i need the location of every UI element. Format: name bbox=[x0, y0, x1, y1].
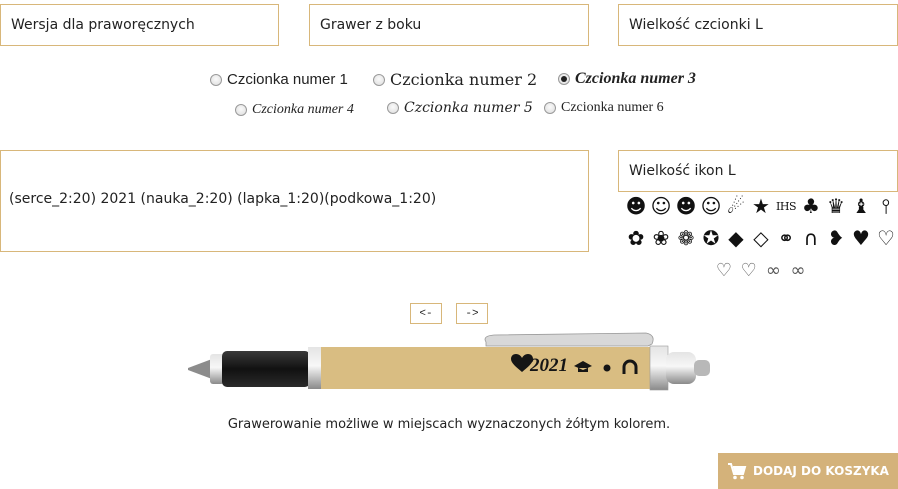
double-heart-small-icon[interactable]: ♡ bbox=[737, 262, 761, 280]
pen-tip bbox=[188, 359, 212, 379]
big-grin-outline-icon[interactable]: ☺ bbox=[699, 196, 723, 216]
big-grin-solid-icon[interactable]: ☻ bbox=[674, 196, 698, 216]
paw-icon[interactable]: ❁ bbox=[674, 228, 698, 248]
prev-view-button[interactable]: <- bbox=[410, 303, 442, 324]
engrave-side-value: Grawer z boku bbox=[320, 17, 422, 33]
graduation-cap-outline-icon[interactable]: ◇ bbox=[749, 228, 773, 248]
pen-paw-icon bbox=[603, 364, 611, 372]
font-option-3-label: Czcionka numer 3 bbox=[575, 70, 696, 87]
radio-6[interactable] bbox=[544, 102, 556, 114]
next-view-button[interactable]: -> bbox=[456, 303, 488, 324]
pen-ring bbox=[649, 345, 669, 391]
font-size-value: Wielkość czcionki L bbox=[629, 17, 763, 33]
four-leaf-clover-icon[interactable]: ♣ bbox=[799, 196, 823, 216]
radio-4[interactable] bbox=[235, 104, 247, 116]
double-heart-outline-icon[interactable]: ♡ bbox=[712, 262, 736, 280]
radio-2[interactable] bbox=[373, 73, 385, 86]
radio-1[interactable] bbox=[210, 73, 222, 86]
pen-engrave-year: 2021 bbox=[530, 355, 568, 376]
pen-clip bbox=[484, 332, 654, 347]
radio-3[interactable] bbox=[558, 73, 570, 85]
font-option-2[interactable]: Czcionka numer 2 bbox=[373, 70, 537, 89]
icon-size-select[interactable]: Wielkość ikon L bbox=[618, 150, 898, 192]
infinity-icon[interactable]: ∞ bbox=[786, 262, 810, 280]
font-option-1[interactable]: Czcionka numer 1 bbox=[210, 71, 348, 88]
add-to-cart-label: DODAJ DO KOSZYKA bbox=[753, 464, 889, 478]
icon-picker-row-3: ♡ ♡ ∞ ∞ bbox=[712, 262, 810, 280]
engrave-info-text: Grawerowanie możliwe w miejscach wyznacz… bbox=[227, 417, 671, 432]
smiley-solid-icon[interactable]: ☻ bbox=[624, 196, 648, 216]
font-option-4[interactable]: Czcionka numer 4 bbox=[235, 102, 354, 118]
pen-cone bbox=[210, 354, 224, 384]
font-option-3[interactable]: Czcionka numer 3 bbox=[558, 70, 696, 88]
handedness-select[interactable]: Wersja dla praworęcznych bbox=[0, 4, 279, 46]
font-option-5-label: Czcionka numer 5 bbox=[404, 100, 533, 116]
heart-solid-icon[interactable]: ♥ bbox=[849, 228, 873, 248]
pen-engrave-area bbox=[321, 347, 651, 389]
graduation-cap-icon[interactable]: ◆ bbox=[724, 228, 748, 248]
font-option-5[interactable]: Czcionka numer 5 bbox=[387, 100, 533, 116]
pen-cap bbox=[666, 352, 696, 384]
rose-icon[interactable]: ✿ bbox=[624, 228, 648, 248]
tie-icon[interactable]: ⫯ bbox=[874, 196, 898, 216]
icon-picker-row-2: ✿ ❀ ❁ ✪ ◆ ◇ ⚭ ∩ ❥ ♥ ♡ bbox=[624, 228, 898, 248]
cat-icon[interactable]: ♝ bbox=[849, 196, 873, 216]
engrave-text-input[interactable]: (serce_2:20) 2021 (nauka_2:20) (lapka_1:… bbox=[0, 150, 589, 252]
cart-icon bbox=[728, 463, 747, 480]
crown-icon[interactable]: ♛ bbox=[824, 196, 848, 216]
ihs-cross-icon[interactable]: IHS bbox=[774, 201, 798, 212]
add-to-cart-button[interactable]: DODAJ DO KOSZYKA bbox=[718, 453, 898, 489]
icon-size-value: Wielkość ikon L bbox=[629, 163, 736, 179]
radio-5[interactable] bbox=[387, 102, 399, 114]
shooting-star-icon[interactable]: ☄ bbox=[724, 196, 748, 216]
heart-half-icon[interactable]: ❥ bbox=[824, 228, 848, 248]
medal-icon[interactable]: ✪ bbox=[699, 228, 723, 248]
font-option-1-label: Czcionka numer 1 bbox=[227, 71, 348, 88]
smiley-outline-icon[interactable]: ☺ bbox=[649, 196, 673, 216]
engrave-side-select[interactable]: Grawer z boku bbox=[309, 4, 589, 46]
font-option-6[interactable]: Czcionka numer 6 bbox=[544, 100, 664, 116]
heart-outline-icon[interactable]: ♡ bbox=[874, 228, 898, 248]
font-option-4-label: Czcionka numer 4 bbox=[252, 102, 354, 117]
font-option-6-label: Czcionka numer 6 bbox=[561, 100, 664, 115]
engrave-text-value: (serce_2:20) 2021 (nauka_2:20) (lapka_1:… bbox=[9, 191, 437, 207]
pen-preview bbox=[188, 332, 710, 391]
icon-picker-row-1: ☻ ☺ ☻ ☺ ☄ ★ IHS ♣ ♛ ♝ ⫯ bbox=[624, 196, 898, 216]
rose-bud-icon[interactable]: ❀ bbox=[649, 228, 673, 248]
wedding-rings-icon[interactable]: ⚭ bbox=[774, 228, 798, 248]
font-size-select[interactable]: Wielkość czcionki L bbox=[618, 4, 898, 46]
handedness-value: Wersja dla praworęcznych bbox=[11, 17, 195, 33]
star-icon[interactable]: ★ bbox=[749, 196, 773, 216]
pen-button bbox=[694, 360, 710, 376]
infinity-double-icon[interactable]: ∞ bbox=[761, 262, 785, 280]
pen-grip bbox=[222, 351, 310, 387]
font-option-2-label: Czcionka numer 2 bbox=[390, 70, 538, 89]
horseshoe-icon[interactable]: ∩ bbox=[799, 228, 823, 248]
